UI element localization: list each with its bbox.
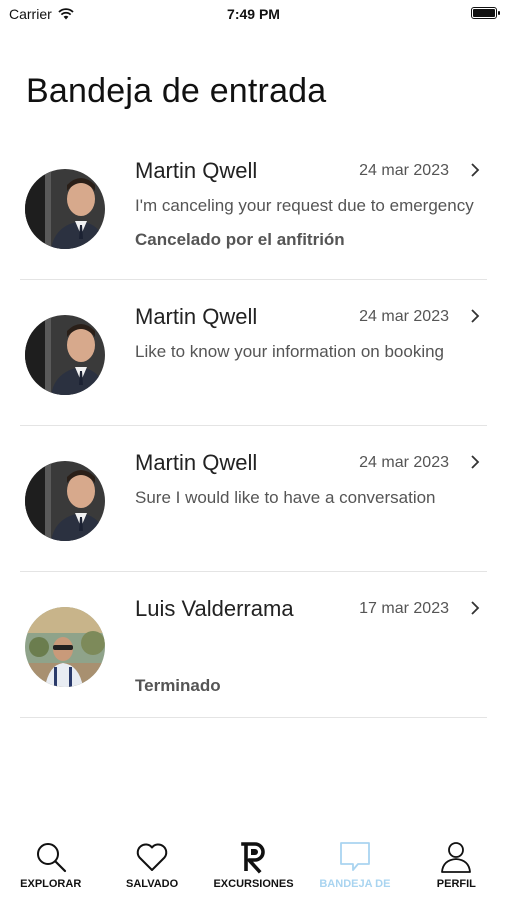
avatar <box>25 607 105 687</box>
message-list: Martin Qwell 24 mar 2023 I'm canceling y… <box>0 134 507 718</box>
chevron-right-icon <box>471 309 480 323</box>
tab-label: EXPLORAR <box>20 878 82 890</box>
chevron-right-icon <box>471 455 480 469</box>
sender-name: Luis Valderrama <box>135 596 294 621</box>
battery-level <box>473 9 495 17</box>
avatar <box>25 169 105 249</box>
message-snippet: I'm canceling your request due to emerge… <box>135 196 474 215</box>
reservation-status: Terminado <box>135 676 221 695</box>
chevron-right-icon <box>471 163 480 177</box>
conversation-row[interactable]: Martin Qwell 24 mar 2023 Like to know yo… <box>0 280 507 426</box>
sender-name: Martin Qwell <box>135 158 258 183</box>
sender-name: Martin Qwell <box>135 450 258 475</box>
tab-excursiones[interactable]: EXCURSIONES <box>203 840 304 900</box>
tab-bar: EXPLORAR SALVADO EXCURSIONES BANDEJA DE … <box>0 840 507 900</box>
sender-name: Martin Qwell <box>135 304 258 329</box>
tab-label: BANDEJA DE <box>319 878 391 890</box>
clock: 7:49 PM <box>227 6 280 22</box>
conversation-row[interactable]: Luis Valderrama 17 mar 2023 Terminado <box>0 572 507 718</box>
person-icon <box>441 842 472 873</box>
conversation-row[interactable]: Martin Qwell 24 mar 2023 I'm canceling y… <box>0 134 507 280</box>
heart-icon <box>136 843 168 871</box>
tab-salvado[interactable]: SALVADO <box>101 840 202 900</box>
chat-bubble-icon <box>340 842 370 871</box>
tab-bandeja[interactable]: BANDEJA DE <box>304 840 405 900</box>
tab-label: PERFIL <box>436 878 476 890</box>
message-date: 24 mar 2023 <box>359 454 449 471</box>
status-bar: Carrier 7:49 PM <box>0 0 507 28</box>
logo-icon <box>240 842 265 874</box>
reservation-status: Cancelado por el anfitrión <box>135 230 345 249</box>
message-date: 24 mar 2023 <box>359 162 449 179</box>
tab-explorar[interactable]: EXPLORAR <box>0 840 101 900</box>
search-icon <box>36 843 66 873</box>
tab-perfil[interactable]: PERFIL <box>406 840 507 900</box>
battery-icon <box>471 7 500 19</box>
conversation-row[interactable]: Martin Qwell 24 mar 2023 Sure I would li… <box>0 426 507 572</box>
message-snippet: Sure I would like to have a conversation <box>135 488 436 507</box>
tab-label: EXCURSIONES <box>213 878 294 890</box>
page-title: Bandeja de entrada <box>26 72 327 110</box>
avatar <box>25 315 105 395</box>
avatar <box>25 461 105 541</box>
divider <box>20 717 487 718</box>
message-date: 17 mar 2023 <box>359 600 449 617</box>
message-snippet: Like to know your information on booking <box>135 342 445 361</box>
message-date: 24 mar 2023 <box>359 308 449 325</box>
tab-label: SALVADO <box>126 878 179 890</box>
chevron-right-icon <box>471 601 480 615</box>
